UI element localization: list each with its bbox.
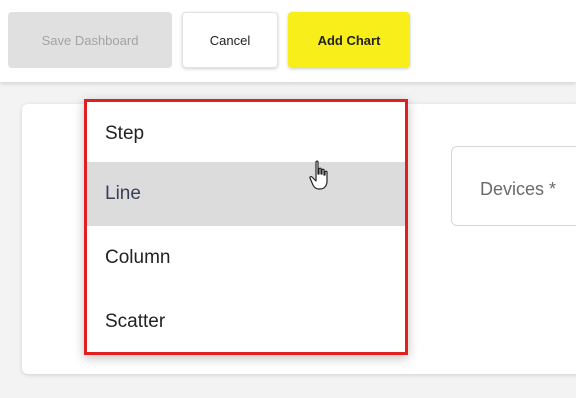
menu-item-line[interactable]: Line <box>87 162 405 226</box>
menu-item-scatter[interactable]: Scatter <box>87 290 405 354</box>
hand-pointer-icon <box>308 160 334 197</box>
dashboard-toolbar: Save Dashboard Cancel Add Chart <box>0 0 576 82</box>
cancel-button[interactable]: Cancel <box>182 12 278 68</box>
add-chart-button[interactable]: Add Chart <box>288 12 410 68</box>
menu-item-label: Line <box>105 183 141 204</box>
menu-item-label: Scatter <box>105 311 166 332</box>
menu-item-step[interactable]: Step <box>87 102 405 166</box>
save-dashboard-button[interactable]: Save Dashboard <box>8 12 172 68</box>
menu-item-label: Column <box>105 247 171 268</box>
chart-type-dropdown-menu: Step Line Column Scatter <box>84 99 408 355</box>
menu-item-column[interactable]: Column <box>87 226 405 290</box>
devices-select[interactable]: Devices * <box>451 146 576 226</box>
menu-item-label: Step <box>105 123 145 144</box>
devices-label: Devices * <box>480 179 557 199</box>
